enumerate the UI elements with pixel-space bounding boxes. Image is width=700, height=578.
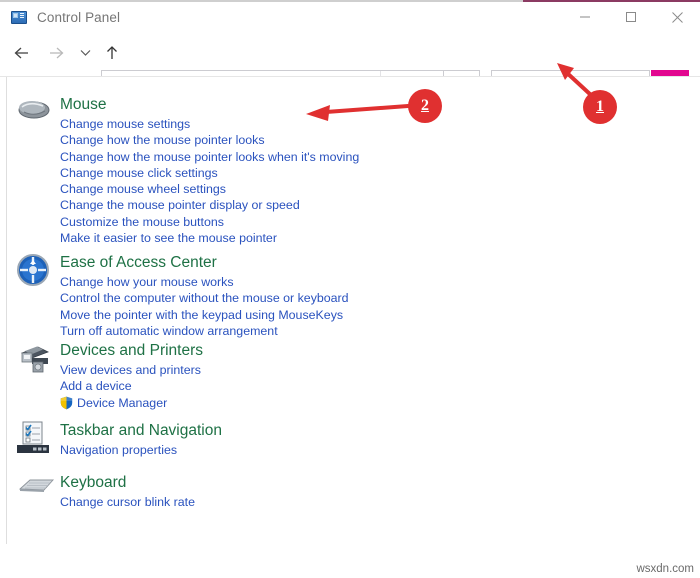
ease-of-access-icon xyxy=(16,253,56,289)
result-link[interactable]: Change how your mouse works xyxy=(60,274,680,290)
search-results-pane: Mouse Change mouse settings Change how t… xyxy=(0,76,700,544)
up-button[interactable] xyxy=(100,38,124,68)
result-link[interactable]: View devices and printers xyxy=(60,362,680,378)
window-controls xyxy=(562,2,700,32)
result-link[interactable]: Customize the mouse buttons xyxy=(60,214,680,230)
back-arrow-icon xyxy=(14,47,28,59)
result-link[interactable]: Control the computer without the mouse o… xyxy=(60,290,680,306)
navigation-toolbar: › Control Panel mouse xyxy=(0,32,700,100)
result-link[interactable]: Change how the mouse pointer looks when … xyxy=(60,149,680,165)
result-link[interactable]: Turn off automatic window arrangement xyxy=(60,323,680,339)
control-panel-window: Control Panel Mouse Change mouse setting… xyxy=(0,0,700,578)
shield-icon xyxy=(60,396,73,410)
result-group-devices-printers: Devices and Printers View devices and pr… xyxy=(0,341,680,411)
result-link[interactable]: Add a device xyxy=(60,378,680,394)
result-group-taskbar-navigation: Taskbar and Navigation Navigation proper… xyxy=(0,421,680,458)
result-group-title: Taskbar and Navigation xyxy=(60,422,222,439)
close-button[interactable] xyxy=(654,2,700,32)
result-link[interactable]: Change mouse wheel settings xyxy=(60,181,680,197)
result-link[interactable]: Change mouse click settings xyxy=(60,165,680,181)
chevron-down-icon xyxy=(80,50,90,56)
minimize-icon xyxy=(580,16,590,18)
title-bar: Control Panel xyxy=(0,2,700,32)
result-group-title: Keyboard xyxy=(60,474,127,491)
up-arrow-icon xyxy=(107,46,117,59)
control-panel-icon xyxy=(11,10,27,25)
result-link[interactable]: Make it easier to see the mouse pointer xyxy=(60,230,680,246)
annotation-badge-1: 1 xyxy=(583,90,617,124)
result-group-title: Ease of Access Center xyxy=(60,254,217,271)
result-group-keyboard: Keyboard Change cursor blink rate xyxy=(0,473,680,510)
recent-locations-button[interactable] xyxy=(74,38,96,68)
taskbar-icon xyxy=(16,421,56,457)
result-link-device-manager[interactable]: Device Manager xyxy=(60,395,680,411)
forward-button[interactable] xyxy=(42,38,70,68)
forward-arrow-icon xyxy=(50,47,64,59)
result-link[interactable]: Change how the mouse pointer looks xyxy=(60,132,680,148)
result-group-title: Devices and Printers xyxy=(60,342,204,359)
mouse-icon xyxy=(16,95,56,131)
maximize-icon xyxy=(626,12,636,22)
result-group-mouse: Mouse Change mouse settings Change how t… xyxy=(0,95,680,246)
annotation-badge-2: 2 xyxy=(408,89,442,123)
printer-icon xyxy=(16,341,56,377)
back-button[interactable] xyxy=(8,38,36,68)
window-title: Control Panel xyxy=(37,9,121,25)
result-group-ease-of-access: Ease of Access Center Change how your mo… xyxy=(0,253,680,339)
result-link[interactable]: Change cursor blink rate xyxy=(60,494,680,510)
maximize-button[interactable] xyxy=(608,2,654,32)
result-link[interactable]: Navigation properties xyxy=(60,442,680,458)
result-link-label: Device Manager xyxy=(77,395,168,410)
close-icon xyxy=(671,11,683,23)
result-link[interactable]: Change the mouse pointer display or spee… xyxy=(60,197,680,213)
result-link[interactable]: Move the pointer with the keypad using M… xyxy=(60,307,680,323)
minimize-button[interactable] xyxy=(562,2,608,32)
keyboard-icon xyxy=(16,473,56,509)
watermark: wsxdn.com xyxy=(636,563,694,575)
